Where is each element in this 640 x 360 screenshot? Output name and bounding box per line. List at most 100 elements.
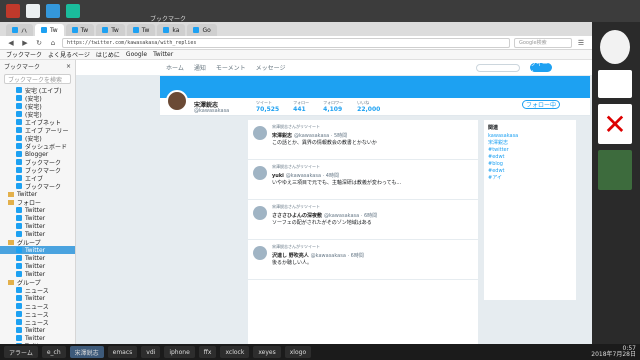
search-input[interactable]: Google検索	[514, 37, 572, 48]
close-icon[interactable]: ×	[66, 63, 71, 70]
taskbar-task[interactable]: emacs	[107, 346, 138, 358]
sidebar-item[interactable]: エイブネット	[0, 118, 75, 126]
follow-button[interactable]: フォロー中	[522, 100, 560, 109]
twitter-nav-item[interactable]: モーメント	[216, 63, 246, 72]
bookmark-link[interactable]: Google	[126, 51, 147, 58]
right-panel-link[interactable]: kawasakasa	[488, 133, 572, 140]
sidebar-item[interactable]: Twitter	[0, 262, 75, 270]
tweet-button[interactable]: ツイート	[530, 61, 552, 77]
taskbar-task[interactable]: vdi	[141, 346, 161, 358]
right-panel-link[interactable]: #edwt	[488, 168, 572, 175]
app-icon-1[interactable]	[6, 4, 20, 18]
sidebar-item[interactable]: Twitter	[0, 294, 75, 302]
app-icon-3[interactable]	[46, 4, 60, 18]
profile-stat[interactable]: いいね 22,000	[357, 100, 380, 113]
sidebar-item[interactable]: (安宅)	[0, 102, 75, 110]
close-x-widget[interactable]: ✕	[598, 104, 632, 144]
sidebar-item[interactable]: ニュース	[0, 302, 75, 310]
tweet-author[interactable]: yuki	[272, 173, 284, 179]
profile-stat[interactable]: フォロー 441	[293, 100, 309, 113]
taskbar-task[interactable]: 宋澤鋭志	[69, 346, 104, 358]
sidebar-item[interactable]: Twitter	[0, 326, 75, 334]
back-icon[interactable]: ◀	[6, 38, 16, 48]
sidebar-item[interactable]: グループ	[0, 278, 75, 286]
right-panel-link[interactable]: #blog	[488, 161, 572, 168]
app-icon-4[interactable]	[66, 4, 80, 18]
sidebar-item-label: ダッシュボード	[25, 143, 68, 151]
sidebar-item[interactable]: ダッシュボード	[0, 142, 75, 150]
profile-stat[interactable]: ツイート 70,525	[256, 100, 279, 113]
sidebar-item[interactable]: ニュース	[0, 310, 75, 318]
tweet-avatar[interactable]	[253, 246, 267, 260]
taskbar-task[interactable]: xlogo	[284, 346, 312, 358]
avatar[interactable]	[166, 90, 188, 112]
taskbar-task[interactable]: e_ch	[41, 346, 66, 358]
sidebar-item[interactable]: Twitter	[0, 190, 75, 198]
sidebar-item[interactable]: Twitter	[0, 254, 75, 262]
right-panel-link[interactable]: 宋澤鋭志	[488, 140, 572, 147]
bookmark-link[interactable]: Twitter	[153, 51, 173, 58]
sidebar-item[interactable]: ブックマーク	[0, 166, 75, 174]
sidebar-item[interactable]: Twitter	[0, 222, 75, 230]
tab[interactable]: Tw	[126, 24, 156, 36]
twitter-nav-item[interactable]: 通知	[194, 63, 206, 72]
taskbar-task[interactable]: xeyes	[253, 346, 281, 358]
taskbar-task[interactable]: xclock	[220, 346, 250, 358]
tweet-author[interactable]: さささひよんの深夜敷	[272, 213, 322, 219]
sidebar-item[interactable]: フォロー	[0, 198, 75, 206]
twitter-search-input[interactable]	[476, 63, 520, 72]
tweet-avatar[interactable]	[253, 166, 267, 180]
taskbar-task[interactable]: アラーム	[4, 346, 38, 358]
tweet-author[interactable]: 宋澤鋭志	[272, 133, 292, 139]
url-bar[interactable]: https://twitter.com/kawasakasa/with_repl…	[62, 37, 510, 48]
sidebar-item[interactable]: (安宅)	[0, 134, 75, 142]
tweet[interactable]: 宋澤鋭志さんがリツイート 宋澤鋭志 @kawasakasa · 5時間 この話とか、…	[248, 120, 478, 160]
taskbar-task[interactable]: ffx	[198, 346, 217, 358]
tweet[interactable]: 宋澤鋭志さんがリツイート yuki @kawasakasa · 4時間 いやゆえ三項…	[248, 160, 478, 200]
sidebar-item[interactable]: Blogger	[0, 150, 75, 158]
sidebar-item[interactable]: エイブ	[0, 174, 75, 182]
sidebar-item[interactable]: グループ	[0, 238, 75, 246]
sidebar-item[interactable]: エイブ アーリー	[0, 126, 75, 134]
sidebar-item[interactable]: Twitter	[0, 206, 75, 214]
sidebar-item[interactable]: ブックマーク	[0, 158, 75, 166]
tweet-author[interactable]: 沢達し 野吹亮人	[272, 253, 309, 259]
twitter-nav-item[interactable]: ホーム	[166, 63, 184, 72]
sidebar-item[interactable]: Twitter	[0, 214, 75, 222]
sidebar-item[interactable]: Twitter	[0, 270, 75, 278]
tab[interactable]: ハ	[6, 24, 34, 36]
right-panel-link[interactable]: #edwt	[488, 154, 572, 161]
app-icon-2[interactable]	[26, 4, 40, 18]
sidebar-item[interactable]: Twitter	[0, 334, 75, 342]
tab[interactable]: Tw	[96, 24, 125, 36]
tweet[interactable]: 宋澤鋭志さんがリツイート 沢達し 野吹亮人 @kawasakasa · 6時間 後る…	[248, 240, 478, 280]
sidebar-item[interactable]: ニュース	[0, 286, 75, 294]
tab[interactable]: Tw	[35, 24, 64, 36]
tweet-avatar[interactable]	[253, 206, 267, 220]
bookmark-link[interactable]: ブックマーク	[6, 50, 42, 59]
profile-stat[interactable]: フォロワー 4,109	[323, 100, 343, 113]
forward-icon[interactable]: ▶	[20, 38, 30, 48]
sidebar-item[interactable]: Twitter	[0, 230, 75, 238]
sidebar-item[interactable]: ブックマーク	[0, 182, 75, 190]
home-icon[interactable]: ⌂	[48, 38, 58, 48]
bookmark-link[interactable]: はじめに	[96, 50, 120, 59]
sidebar-item[interactable]: (安宅)	[0, 94, 75, 102]
sidebar-item[interactable]: 安宅 (エイブ)	[0, 86, 75, 94]
reload-icon[interactable]: ↻	[34, 38, 44, 48]
sidebar-item[interactable]: ニュース	[0, 318, 75, 326]
tab[interactable]: Go	[187, 24, 217, 36]
tweet[interactable]: 宋澤鋭志さんがリツイート さささひよんの深夜敷 @kawasakasa · 6時間…	[248, 200, 478, 240]
twitter-nav-item[interactable]: メッセージ	[256, 63, 286, 72]
sidebar-item[interactable]: (安宅)	[0, 110, 75, 118]
bookmark-link[interactable]: よく見るページ	[48, 50, 90, 59]
tab[interactable]: Tw	[65, 24, 95, 36]
sidebar-item[interactable]: Twitter	[0, 246, 75, 254]
taskbar-task[interactable]: iphone	[164, 346, 195, 358]
tab[interactable]: ka	[157, 24, 186, 36]
right-panel-link[interactable]: #twitter	[488, 147, 572, 154]
right-panel-link[interactable]: #アイ	[488, 175, 572, 182]
menu-icon[interactable]: ☰	[576, 38, 586, 48]
sidebar-search-input[interactable]: ブックマークを検索	[4, 74, 71, 84]
tweet-avatar[interactable]	[253, 126, 267, 140]
